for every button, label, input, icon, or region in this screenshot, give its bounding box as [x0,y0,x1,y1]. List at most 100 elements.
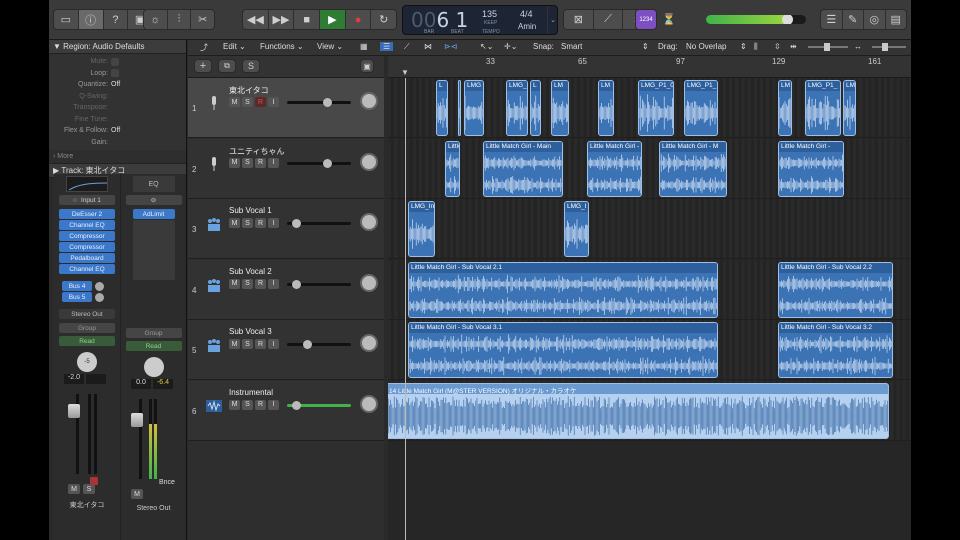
track-volume-slider[interactable] [287,279,351,289]
mute-button[interactable]: M [229,218,240,228]
solo-button[interactable]: S [83,484,95,494]
track-volume-slider[interactable] [287,98,351,107]
audio-region[interactable]: LMG_ [506,80,528,136]
mute-button[interactable]: M [229,97,240,107]
audio-region[interactable]: Little [445,140,460,197]
replace-icon[interactable]: ⊠ [564,10,594,29]
solo-button[interactable]: S [242,218,253,228]
mute-button[interactable]: M [229,339,240,349]
audio-region[interactable]: Little Match Girl - [778,140,844,197]
mute-button[interactable]: M [229,278,240,289]
lcd-display[interactable]: 006 1 BAR BEAT 135 KEEP TEMPO 4/4 Amin ⌄ [402,5,558,35]
bounce-button[interactable]: Bnce [159,479,175,486]
audio-region[interactable]: Little Match Girl - Sub Vocal 3.2 [778,322,893,378]
playhead[interactable] [405,78,406,540]
track-pan-knob[interactable] [360,334,378,352]
stop-icon[interactable]: ■ [294,10,321,29]
fit-horizontal-icon[interactable]: ⇹ [790,42,797,51]
audio-region[interactable]: LMG [464,80,484,136]
track-header[interactable]: 1 東北イタコ M S R I [188,78,384,138]
mute-button[interactable]: M [229,157,240,168]
audio-region[interactable]: LMG_P1_ [684,80,718,136]
track-volume-knob[interactable] [291,400,301,410]
plugin-slot[interactable]: Compressor [59,231,115,241]
playhead-marker-icon[interactable]: ▼ [401,68,409,77]
audio-region[interactable] [458,80,461,136]
audio-region[interactable]: LM [551,80,569,136]
drag-dropdown[interactable]: No Overlap [686,42,726,51]
track-name[interactable]: 東北イタコ [229,85,269,96]
mute-button[interactable]: M [68,484,80,494]
solo-button[interactable]: S [242,339,253,349]
back-arrow-icon[interactable]: ⤴ [200,42,208,53]
metronome-icon[interactable]: ⏳ [659,9,679,30]
solo-button[interactable]: S [242,399,253,410]
input-monitor-button[interactable]: I [268,157,279,168]
track-name[interactable]: ユニティちゃん [229,146,285,157]
duplicate-track-icon[interactable]: ⧉ [218,59,236,73]
time-signature[interactable]: 4/4 [520,9,533,19]
input-monitor-button[interactable]: I [268,97,279,107]
input-slot[interactable]: ○ Input 1 [59,195,115,205]
mixer-icon[interactable]: ⫶ [168,10,192,29]
plugin-slot[interactable]: Channel EQ [59,264,115,274]
scissors-icon[interactable]: ✂ [191,10,214,29]
record-icon[interactable]: ● [346,10,372,29]
track-header[interactable]: 3 Sub Vocal 1 MSRI [188,199,384,259]
plugin-slot[interactable]: AdLimit [132,209,175,219]
track-volume-knob[interactable] [291,219,301,228]
track-volume-slider[interactable] [287,400,351,410]
send-slot[interactable]: Bus 4 [62,281,92,291]
track-volume-slider[interactable] [287,340,351,349]
track-volume-knob[interactable] [323,98,333,107]
chevron-down-icon[interactable]: ⌄ [547,6,558,34]
solo-button[interactable]: S [242,97,253,107]
link-icon[interactable]: ⊖ [125,195,182,205]
more-toggle[interactable]: › More [49,150,186,164]
track-pan-knob[interactable] [360,394,378,413]
track-pan-knob[interactable] [360,213,378,231]
param-value[interactable]: Off [111,81,120,88]
track-header[interactable]: 6 Instrumental M S R I [188,380,384,441]
chevron-updown-icon[interactable]: ⇕ [642,42,649,51]
record-enable-button[interactable]: R [255,157,266,168]
list-editors-icon[interactable]: ☰ [821,10,843,29]
track-header[interactable]: 2 ユニティちゃん M S R I [188,138,384,199]
volume-fader[interactable] [68,404,80,418]
audio-region[interactable]: 14 Little Match Girl (M@STER VERSION) オリ… [388,382,889,439]
automation-read[interactable]: Read [59,336,115,346]
track-pan-knob[interactable] [360,152,378,171]
catch-icon[interactable]: ⊳⊲ [444,42,457,51]
input-monitor-button[interactable]: I [268,218,279,228]
group-slot[interactable]: Group [125,328,182,338]
audio-region[interactable]: LM [598,80,614,136]
send-knob[interactable] [95,292,104,302]
vertical-zoom-slider[interactable] [808,43,848,51]
record-enable-button[interactable]: R [255,97,266,107]
pan-knob[interactable] [143,357,164,377]
horizontal-zoom-icon[interactable]: ↔ [854,42,862,51]
track-volume-knob[interactable] [291,279,301,289]
horizontal-zoom-slider[interactable] [872,43,906,51]
help-icon[interactable]: ? [104,10,129,29]
audio-region[interactable]: Little Match Girl - Main [483,140,563,197]
flex-icon[interactable]: ⋈ [424,42,432,51]
ruler[interactable]: ▼ 33 65 97 129 161 [388,56,911,78]
browser-icon[interactable]: ▤ [886,10,907,29]
eq-thumbnail[interactable] [66,176,108,192]
automation-read[interactable]: Read [125,341,182,351]
global-tracks-icon[interactable]: ▣ [360,59,374,73]
eq-slot[interactable]: EQ [132,176,175,192]
count-in-button[interactable]: 1234 [635,9,657,30]
pointer-tool-icon[interactable]: ↖⌄ [480,42,493,51]
solo-button[interactable]: S [242,157,253,168]
tempo-value[interactable]: 135 [482,9,497,19]
volume-readout[interactable]: 0.0 [131,379,151,389]
audio-region[interactable]: Little Match Girl - M [587,140,642,197]
track-volume-slider[interactable] [287,158,351,168]
smart-controls-icon[interactable]: ☼ [144,10,168,29]
add-track-button[interactable]: + [194,59,212,73]
param-checkbox[interactable] [111,69,119,78]
volume-readout[interactable]: -2.0 [64,374,84,384]
tuner-icon[interactable]: ⟋ [594,10,624,29]
